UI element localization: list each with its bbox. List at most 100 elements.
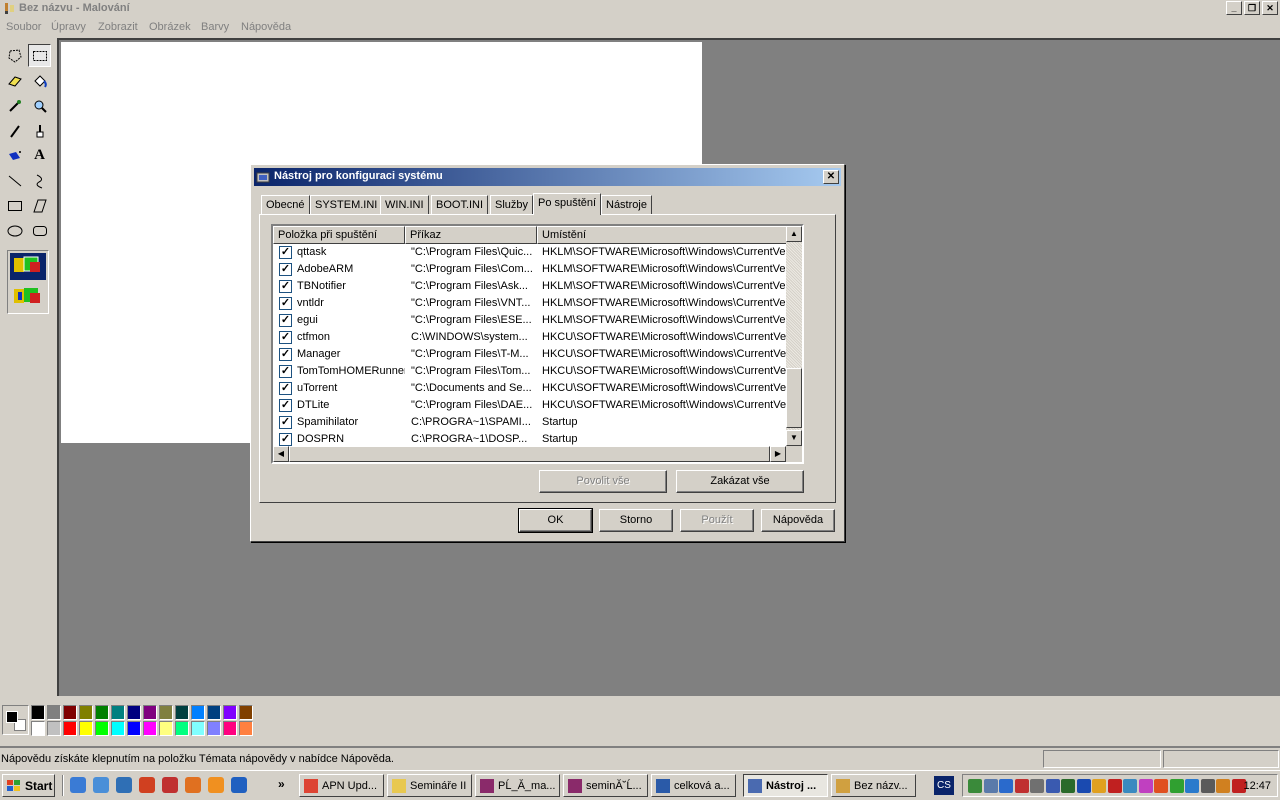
free-select-tool[interactable] <box>3 44 26 67</box>
foreground-color[interactable] <box>6 711 18 723</box>
palette-swatch[interactable] <box>143 721 157 736</box>
ellipse-tool[interactable] <box>3 219 26 242</box>
quick-launch-icon[interactable] <box>93 777 109 793</box>
opaque-option[interactable] <box>10 253 46 280</box>
startup-row[interactable]: ✓ TBNotifier "C:\Program Files\Ask... HKLM\… <box>273 278 790 295</box>
palette-swatch[interactable] <box>31 721 45 736</box>
fill-tool[interactable] <box>28 69 51 92</box>
startup-row[interactable]: ✓ AdobeARM "C:\Program Files\Com... HKLM\SO… <box>273 261 790 278</box>
start-button[interactable]: Start <box>2 774 55 797</box>
palette-swatch[interactable] <box>79 705 93 720</box>
startup-row[interactable]: ✓ TomTomHOMERunner "C:\Program Files\Tom..… <box>273 363 790 380</box>
cancel-button[interactable]: Storno <box>599 509 673 532</box>
palette-swatch[interactable] <box>175 721 189 736</box>
palette-swatch[interactable] <box>47 721 61 736</box>
palette-swatch[interactable] <box>191 721 205 736</box>
brush-tool[interactable] <box>28 119 51 142</box>
tab-obecne[interactable]: Obecné <box>261 195 310 214</box>
quick-launch-icon[interactable] <box>116 777 132 793</box>
restore-button[interactable]: ❐ <box>1244 1 1260 15</box>
enable-all-button[interactable]: Povolit vše <box>539 470 667 493</box>
scroll-left-arrow[interactable]: ◀ <box>273 446 289 462</box>
menu-soubor[interactable]: Soubor <box>6 21 41 33</box>
column-header-location[interactable]: Umístění <box>537 226 793 244</box>
vertical-scroll-thumb[interactable] <box>786 368 802 428</box>
scroll-right-arrow[interactable]: ▶ <box>770 446 786 462</box>
taskbar-button[interactable]: Semináře II <box>387 774 472 797</box>
eraser-tool[interactable] <box>3 69 26 92</box>
taskbar-button[interactable]: APN Upd... <box>299 774 384 797</box>
startup-row[interactable]: ✓ qttask "C:\Program Files\Quic... HKLM\SOF… <box>273 244 790 261</box>
color-picker-tool[interactable] <box>3 94 26 117</box>
taskbar-button[interactable]: celková a... <box>651 774 736 797</box>
palette-swatch[interactable] <box>111 705 125 720</box>
quick-launch-icon[interactable] <box>208 777 224 793</box>
taskbar-button[interactable]: PĹ_Ă_ma... <box>475 774 560 797</box>
tray-icon[interactable] <box>1154 779 1168 793</box>
tab-po-spusteni[interactable]: Po spuštění <box>533 193 602 215</box>
palette-swatch[interactable] <box>159 721 173 736</box>
tab-sluzby[interactable]: Služby <box>490 195 534 214</box>
polygon-tool[interactable] <box>28 194 51 217</box>
quick-launch-icon[interactable] <box>185 777 201 793</box>
palette-swatch[interactable] <box>223 721 237 736</box>
dialog-close-button[interactable]: ✕ <box>823 170 839 184</box>
startup-row[interactable]: ✓ Manager "C:\Program Files\T-M... HKCU\SOF… <box>273 346 790 363</box>
column-header-item[interactable]: Položka při spuštění <box>273 226 405 244</box>
rectangle-tool[interactable] <box>3 194 26 217</box>
language-indicator[interactable]: CS <box>934 776 954 795</box>
magnifier-tool[interactable] <box>28 94 51 117</box>
startup-row[interactable]: ✓ uTorrent "C:\Documents and Se... HKCU\SOF… <box>273 380 790 397</box>
text-tool[interactable]: A <box>28 144 51 167</box>
palette-swatch[interactable] <box>95 721 109 736</box>
tray-icon[interactable] <box>983 779 998 793</box>
startup-row[interactable]: ✓ vntldr "C:\Program Files\VNT... HKLM\SOFT… <box>273 295 790 312</box>
tab-win-ini[interactable]: WIN.INI <box>380 195 429 214</box>
tray-icon[interactable] <box>1045 779 1060 793</box>
taskbar-button[interactable]: seminĂ˘Ĺ... <box>563 774 648 797</box>
close-button[interactable]: ✕ <box>1262 1 1278 15</box>
startup-row[interactable]: ✓ Spamihilator C:\PROGRA~1\SPAMI... Startup <box>273 414 787 431</box>
palette-swatch[interactable] <box>207 721 221 736</box>
curve-tool[interactable] <box>28 169 51 192</box>
startup-checkbox[interactable]: ✓ <box>279 280 292 293</box>
tray-icon[interactable] <box>1169 779 1184 793</box>
startup-checkbox[interactable]: ✓ <box>279 246 292 259</box>
quick-launch-icon[interactable] <box>139 777 155 793</box>
tray-icon[interactable] <box>1014 779 1029 793</box>
tab-nastroje[interactable]: Nástroje <box>601 195 652 214</box>
tray-icon[interactable] <box>1138 779 1153 793</box>
startup-checkbox[interactable]: ✓ <box>279 365 292 378</box>
apply-button[interactable]: Použít <box>680 509 754 532</box>
menu-zobrazit[interactable]: Zobrazit <box>98 21 138 33</box>
tab-boot-ini[interactable]: BOOT.INI <box>431 195 489 214</box>
horizontal-scrollbar[interactable]: ◀ ▶ <box>273 446 786 462</box>
disable-all-button[interactable]: Zakázat vše <box>676 470 804 493</box>
palette-swatch[interactable] <box>143 705 157 720</box>
tray-icon[interactable] <box>1107 779 1122 793</box>
menu-barvy[interactable]: Barvy <box>201 21 229 33</box>
tray-icon[interactable] <box>968 779 982 793</box>
select-tool[interactable] <box>28 44 51 67</box>
startup-row[interactable]: ✓ ctfmon C:\WINDOWS\system... HKCU\SOFTWARE… <box>273 329 790 346</box>
startup-checkbox[interactable]: ✓ <box>279 348 292 361</box>
rounded-rectangle-tool[interactable] <box>28 219 51 242</box>
palette-swatch[interactable] <box>207 705 221 720</box>
scroll-up-arrow[interactable]: ▲ <box>786 226 802 242</box>
scroll-down-arrow[interactable]: ▼ <box>786 430 802 446</box>
startup-checkbox[interactable]: ✓ <box>279 399 292 412</box>
palette-swatch[interactable] <box>127 705 141 720</box>
startup-checkbox[interactable]: ✓ <box>279 314 292 327</box>
startup-checkbox[interactable]: ✓ <box>279 433 292 446</box>
minimize-button[interactable]: _ <box>1226 1 1242 15</box>
help-button[interactable]: Nápověda <box>761 509 835 532</box>
column-header-command[interactable]: Příkaz <box>405 226 537 244</box>
palette-swatch[interactable] <box>63 721 77 736</box>
startup-checkbox[interactable]: ✓ <box>279 263 292 276</box>
palette-swatch[interactable] <box>63 705 77 720</box>
palette-swatch[interactable] <box>47 705 61 720</box>
palette-swatch[interactable] <box>159 705 173 720</box>
menu-upravy[interactable]: Úpravy <box>51 21 86 33</box>
tray-icon[interactable] <box>1076 779 1091 793</box>
airbrush-tool[interactable] <box>3 144 26 167</box>
